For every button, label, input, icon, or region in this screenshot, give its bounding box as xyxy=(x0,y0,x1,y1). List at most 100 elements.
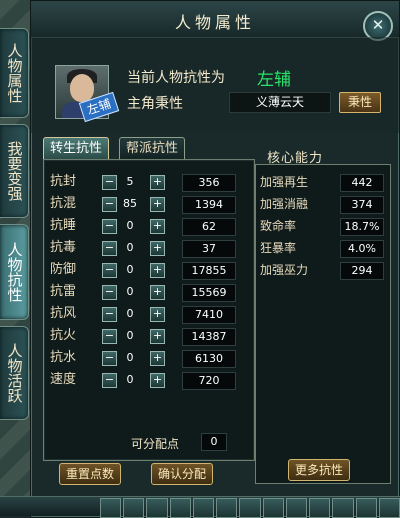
decrease-button[interactable]: − xyxy=(102,197,117,212)
increase-button[interactable]: + xyxy=(150,373,165,388)
stat-points: 85 xyxy=(123,197,137,210)
toolbar-icon[interactable] xyxy=(169,498,191,518)
stat-label: 速度 xyxy=(50,372,77,387)
stat-points: 0 xyxy=(126,307,134,320)
stat-row: 抗封 − 5 + 356 xyxy=(44,173,254,192)
stat-total: 37 xyxy=(182,240,236,258)
stat-label: 抗火 xyxy=(50,328,77,343)
toolbar-icon[interactable] xyxy=(378,498,400,518)
title-bar: 人物属性 ✕ xyxy=(31,1,399,41)
core-value: 442 xyxy=(340,174,384,192)
hero-label: 主角秉性 xyxy=(127,96,183,112)
stat-points: 0 xyxy=(126,351,134,364)
core-label: 狂暴率 xyxy=(260,241,297,255)
decrease-button[interactable]: − xyxy=(102,307,117,322)
stat-row: 抗睡 − 0 + 62 xyxy=(44,217,254,236)
increase-button[interactable]: + xyxy=(150,175,165,190)
toolbar-icon[interactable] xyxy=(355,498,377,518)
current-resist-label: 当前人物抗性为 xyxy=(127,70,225,86)
available-points-label: 可分配点 xyxy=(131,437,180,451)
core-value: 18.7% xyxy=(340,218,384,236)
toolbar-icon[interactable] xyxy=(285,498,308,518)
toolbar-icon[interactable] xyxy=(239,498,261,518)
toolbar-icon[interactable] xyxy=(262,498,284,518)
tab-rebirth-resistance[interactable]: 转生抗性 xyxy=(43,137,110,160)
increase-button[interactable]: + xyxy=(150,329,165,344)
stat-total: 1394 xyxy=(182,196,236,214)
increase-button[interactable]: + xyxy=(150,285,165,300)
core-row: 狂暴率 4.0% xyxy=(256,239,390,258)
decrease-button[interactable]: − xyxy=(102,263,117,278)
stat-points: 5 xyxy=(126,175,134,188)
core-label: 加强消融 xyxy=(260,197,309,211)
decrease-button[interactable]: − xyxy=(102,285,117,300)
side-tab-label: 我要变强 xyxy=(5,141,24,201)
core-value: 374 xyxy=(340,196,384,214)
increase-button[interactable]: + xyxy=(150,263,165,278)
hero-value: 义薄云天 xyxy=(229,92,331,113)
decrease-button[interactable]: − xyxy=(102,241,117,256)
core-row: 致命率 18.7% xyxy=(256,217,390,236)
tab-faction-resistance[interactable]: 帮派抗性 xyxy=(119,137,186,160)
stat-total: 14387 xyxy=(182,328,236,346)
increase-button[interactable]: + xyxy=(150,219,165,234)
core-row: 加强消融 374 xyxy=(256,195,390,214)
core-row: 加强巫力 294 xyxy=(256,261,390,280)
stat-points: 0 xyxy=(126,285,134,298)
stat-row: 抗毒 − 0 + 37 xyxy=(44,239,254,258)
decrease-button[interactable]: − xyxy=(102,175,117,190)
side-tab-label: 人物抗性 xyxy=(5,242,24,302)
toolbar-icon[interactable] xyxy=(332,498,354,518)
increase-button[interactable]: + xyxy=(150,197,165,212)
increase-button[interactable]: + xyxy=(150,241,165,256)
decrease-button[interactable]: − xyxy=(102,351,117,366)
stat-label: 抗封 xyxy=(50,174,77,189)
side-tab-character-resistance[interactable]: 人物抗性 xyxy=(0,224,29,320)
toolbar-icon[interactable] xyxy=(216,498,238,518)
stat-label: 抗睡 xyxy=(50,218,77,233)
stat-points: 0 xyxy=(126,263,134,276)
toolbar-icon[interactable] xyxy=(309,498,331,518)
stat-row: 防御 − 0 + 17855 xyxy=(44,261,254,280)
stat-points: 0 xyxy=(126,241,134,254)
stat-label: 抗雷 xyxy=(50,284,77,299)
stat-total: 17855 xyxy=(182,262,236,280)
stat-row: 速度 − 0 + 720 xyxy=(44,371,254,390)
stat-total: 356 xyxy=(182,174,236,192)
confirm-allocation-button[interactable]: 确认分配 xyxy=(151,463,214,485)
toolbar-icon[interactable] xyxy=(123,498,145,518)
decrease-button[interactable]: − xyxy=(102,219,117,234)
side-tab-character-activity[interactable]: 人物活跃 xyxy=(0,326,29,420)
increase-button[interactable]: + xyxy=(150,307,165,322)
toolbar-icon[interactable] xyxy=(100,498,122,518)
side-tab-character-attributes[interactable]: 人物属性 xyxy=(0,28,29,118)
side-tab-get-stronger[interactable]: 我要变强 xyxy=(0,124,29,218)
decrease-button[interactable]: − xyxy=(102,373,117,388)
temperament-button[interactable]: 秉性 xyxy=(339,92,381,113)
toolbar-icon[interactable] xyxy=(146,498,168,518)
stat-total: 6130 xyxy=(182,350,236,368)
core-label: 加强巫力 xyxy=(260,263,309,277)
stat-label: 抗毒 xyxy=(50,240,77,255)
stat-points: 0 xyxy=(126,373,134,386)
available-points-value: 0 xyxy=(201,433,227,451)
attributes-panel: 人物属性 ✕ 左辅 当前人物抗性为 左辅 主角秉性 义薄云天 秉性 转生抗性 帮… xyxy=(30,0,400,518)
increase-button[interactable]: + xyxy=(150,351,165,366)
stat-label: 抗风 xyxy=(50,306,77,321)
stat-total: 62 xyxy=(182,218,236,236)
core-value: 4.0% xyxy=(340,240,384,258)
decrease-button[interactable]: − xyxy=(102,329,117,344)
side-tab-label: 人物活跃 xyxy=(5,343,24,403)
stat-row: 抗水 − 0 + 6130 xyxy=(44,349,254,368)
stat-points: 0 xyxy=(126,219,134,232)
reset-points-button[interactable]: 重置点数 xyxy=(59,463,122,485)
stat-total: 7410 xyxy=(182,306,236,324)
core-row: 加强再生 442 xyxy=(256,173,390,192)
bottom-toolbar xyxy=(0,496,400,518)
stat-points: 0 xyxy=(126,329,134,342)
stat-label: 抗水 xyxy=(50,350,77,365)
more-resistance-button[interactable]: 更多抗性 xyxy=(288,459,351,481)
resist-stats-box: 抗封 − 5 + 356 抗混 − 85 + 1394 抗睡 − 0 + 62 … xyxy=(43,159,255,461)
stat-row: 抗火 − 0 + 14387 xyxy=(44,327,254,346)
toolbar-icon[interactable] xyxy=(192,498,215,518)
